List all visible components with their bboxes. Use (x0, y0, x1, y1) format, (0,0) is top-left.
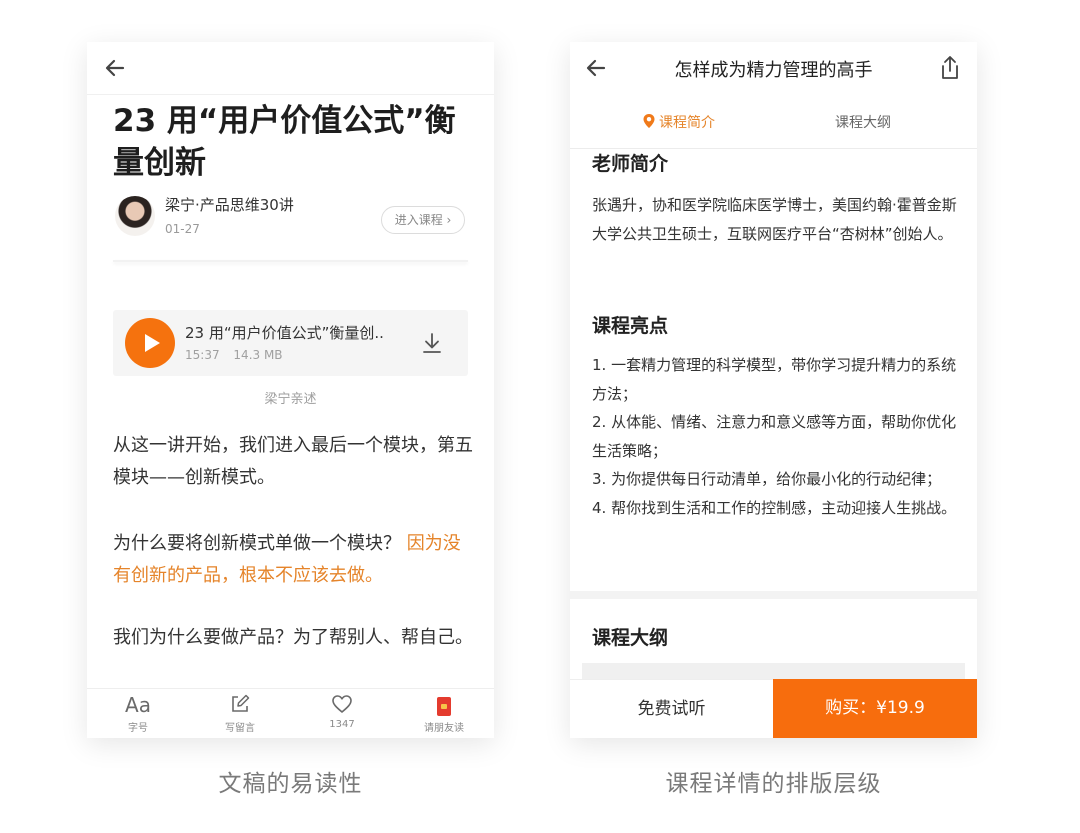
audio-meta: 15:37 14.3 MB (185, 348, 283, 362)
buy-button[interactable]: 购买：¥19.9 (773, 679, 977, 738)
audio-duration: 15:37 (185, 348, 220, 362)
comment-label: 写留言 (225, 723, 255, 734)
like-button[interactable]: 1347 (297, 693, 387, 730)
back-arrow-icon[interactable] (101, 54, 129, 82)
author-avatar (115, 196, 155, 236)
article-title: 23 用“用户价值公式”衡量创新 (113, 103, 456, 181)
publish-date: 01-27 (165, 222, 200, 236)
section-title: 课程大纲 (592, 627, 669, 649)
list-item: 2. 从体能、情绪、注意力和意义感等方面，帮助你优化生活策略； (592, 413, 957, 460)
course-detail-screen: 怎样成为精力管理的高手 课程简介 课程大纲 老师简介 张遇升，协和医学院临床医学… (570, 42, 977, 738)
invite-friend-button[interactable]: 请朋友读 (399, 693, 489, 734)
tab-course-intro[interactable]: 课程简介 (642, 112, 715, 132)
location-pin-icon (643, 114, 655, 128)
bottom-toolbar: Aa 字号 写留言 1347 请朋友读 (87, 688, 494, 738)
share-icon[interactable] (936, 54, 964, 82)
heart-icon (332, 695, 352, 713)
teacher-bio: 张遇升，协和医学院临床医学博士，美国约翰·霍普金斯大学公共卫生硕士，互联网医疗平… (592, 196, 957, 243)
intro-section: 老师简介 张遇升，协和医学院临床医学博士，美国约翰·霍普金斯大学公共卫生硕士，互… (570, 149, 977, 591)
section-title: 老师简介 (592, 153, 669, 175)
red-envelope-icon (437, 697, 451, 716)
font-size-label: 字号 (128, 723, 148, 734)
list-item: 1. 一套精力管理的科学模型，带你学习提升精力的系统方法； (592, 356, 957, 403)
highlights-list: 1. 一套精力管理的科学模型，带你学习提升精力的系统方法； 2. 从体能、情绪、… (592, 351, 958, 522)
author-name[interactable]: 梁宁·产品思维30讲 (165, 194, 294, 215)
comment-button[interactable]: 写留言 (195, 693, 285, 734)
purchase-bar: 免费试听 购买：¥19.9 (570, 679, 977, 738)
enter-course-button[interactable]: 进入课程 › (381, 206, 465, 234)
paragraph-text: 为什么要将创新模式单做一个模块？ (113, 533, 401, 554)
caption: 课程详情的排版层级 (665, 771, 882, 797)
tab-course-outline[interactable]: 课程大纲 (835, 112, 891, 132)
page-title: 怎样成为精力管理的高手 (674, 60, 873, 81)
invite-label: 请朋友读 (424, 723, 464, 734)
list-item: 4. 帮你找到生活和工作的控制感，主动迎接人生挑战。 (592, 498, 957, 517)
narrator-label: 梁宁亲述 (264, 392, 317, 407)
section-title: 课程亮点 (592, 315, 669, 337)
caption: 文稿的易读性 (218, 771, 363, 797)
list-item: 3. 为你提供每日行动清单，给你最小化的行动纪律； (592, 470, 942, 488)
edit-icon (232, 694, 250, 712)
like-count: 1347 (329, 719, 355, 730)
divider (113, 260, 468, 262)
paragraph: 为什么要将创新模式单做一个模块？ 因为没有创新的产品，根本不应该去做。 (113, 528, 473, 592)
font-size-icon: Aa (125, 693, 151, 717)
top-bar (87, 42, 494, 95)
audio-size: 14.3 MB (233, 348, 283, 362)
free-trial-button[interactable]: 免费试听 (570, 679, 773, 738)
article-screen: 23 用“用户价值公式”衡量创新 梁宁·产品思维30讲 01-27 进入课程 ›… (87, 42, 494, 738)
back-arrow-icon[interactable] (582, 54, 610, 82)
play-icon[interactable] (125, 318, 175, 368)
download-icon[interactable] (419, 330, 445, 356)
tab-label: 课程简介 (659, 115, 715, 131)
paragraph: 从这一讲开始，我们进入最后一个模块，第五模块——创新模式。 (113, 435, 473, 488)
audio-player[interactable]: 23 用“用户价值公式”衡量创.. 15:37 14.3 MB (113, 310, 468, 376)
font-size-button[interactable]: Aa 字号 (93, 693, 183, 734)
header: 怎样成为精力管理的高手 课程简介 课程大纲 (570, 42, 977, 149)
paragraph: 我们为什么要做产品？为了帮别人、帮自己。 (113, 627, 473, 648)
audio-title: 23 用“用户价值公式”衡量创.. (185, 324, 384, 342)
